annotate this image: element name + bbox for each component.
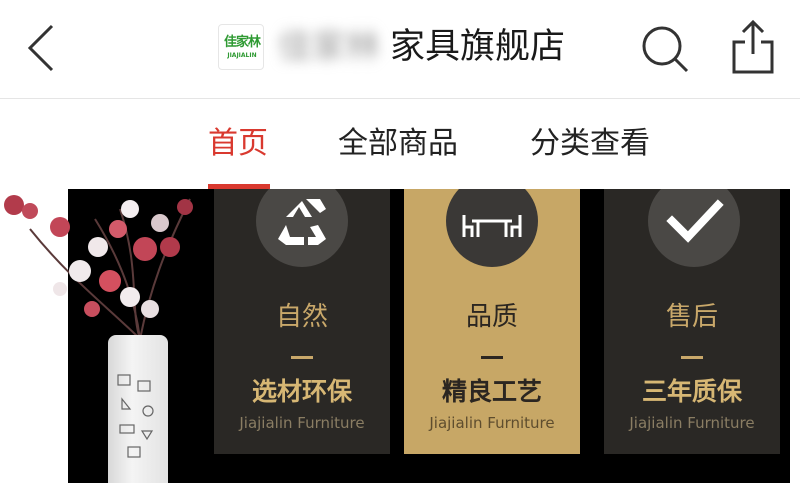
flower-decoration — [4, 195, 193, 340]
tab-categories[interactable]: 分类查看 — [530, 124, 650, 164]
promo-banner[interactable]: 自然 选材环保 Jiajialin Furniture 品质 精良工艺 Jiaj… — [0, 189, 800, 483]
recycle-icon — [278, 199, 326, 245]
card-divider — [681, 356, 703, 359]
table-icon — [462, 215, 522, 237]
logo-text-cn: 佳家林 — [223, 35, 261, 50]
card-subtitle: 选材环保 — [251, 377, 352, 406]
back-button[interactable] — [22, 20, 62, 76]
share-icon — [732, 19, 774, 74]
table-icon-badge — [446, 189, 538, 267]
card-brand-en: Jiajialin Furniture — [239, 414, 365, 432]
card-brand-en: Jiajialin Furniture — [629, 414, 755, 432]
vase-decoration — [108, 335, 168, 483]
search-button[interactable] — [640, 24, 690, 74]
store-header: 佳家林 JIAJIALIN 佳家林 家具旗舰店 — [0, 0, 800, 99]
recycle-icon-badge — [256, 189, 348, 267]
card-divider — [291, 356, 313, 359]
share-button[interactable] — [728, 18, 778, 76]
card-subtitle: 精良工艺 — [441, 377, 542, 406]
chevron-left-icon — [27, 24, 54, 72]
tab-home[interactable]: 首页 — [208, 124, 268, 164]
store-tabs: 首页 全部商品 分类查看 — [0, 99, 800, 189]
logo-text-en: JIAJIALIN — [227, 52, 257, 59]
card-title: 品质 — [465, 302, 518, 332]
card-divider — [481, 356, 503, 359]
card-title: 售后 — [665, 302, 718, 332]
search-icon — [642, 26, 689, 73]
feature-card-quality: 品质 精良工艺 Jiajialin Furniture — [404, 189, 580, 454]
banner-edge — [790, 189, 800, 483]
checkmark-icon-badge — [648, 189, 740, 267]
card-title: 自然 — [275, 302, 328, 332]
banner-decor-area — [0, 189, 193, 483]
card-subtitle: 三年质保 — [641, 377, 742, 406]
store-name-blurred: 佳家林 — [278, 27, 380, 67]
feature-card-natural: 自然 选材环保 Jiajialin Furniture — [214, 189, 390, 454]
card-brand-en: Jiajialin Furniture — [429, 414, 555, 432]
store-logo[interactable]: 佳家林 JIAJIALIN — [218, 24, 264, 70]
feature-card-aftersales: 售后 三年质保 Jiajialin Furniture — [604, 189, 780, 454]
store-name: 家具旗舰店 — [390, 27, 566, 67]
tab-all-products[interactable]: 全部商品 — [338, 124, 458, 164]
checkmark-icon — [666, 199, 724, 243]
